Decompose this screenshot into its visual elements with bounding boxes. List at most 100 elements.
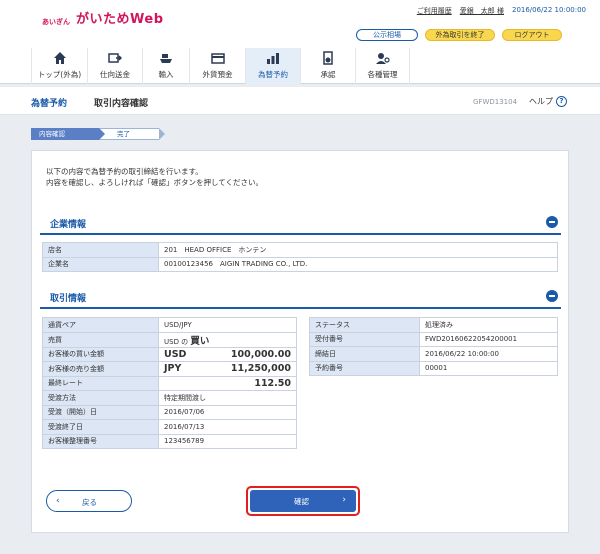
trade-value: 特定期間渡し [158, 390, 297, 406]
nav-label: 為替予約 [258, 70, 288, 79]
deposit-icon [210, 53, 225, 64]
approve-icon [323, 51, 333, 65]
side-value: 買い [190, 335, 210, 347]
company-table: 店名 201 HEAD OFFICE ホンテン 企業名 00100123456 … [42, 242, 558, 272]
notice-rate-button[interactable]: 公示相場 [356, 29, 418, 41]
trade-value: FWD20160622054200001 [419, 331, 558, 347]
table-row: 最終レート 112.50 [42, 375, 297, 391]
page-section: 為替予約 [31, 99, 68, 109]
collapse-icon[interactable] [546, 290, 558, 302]
confirm-label: 確認 [294, 497, 309, 506]
back-button[interactable]: ‹ 戻る [46, 490, 132, 512]
table-row: 受付番号 FWD20160622054200001 [309, 331, 558, 347]
table-row: ステータス 処理済み [309, 317, 558, 333]
nav-label: 仕向送金 [100, 70, 130, 79]
trade-value: 00001 [419, 360, 558, 376]
page-title-bar: 為替予約 取引内容確認 GFWD13104 ヘルプ ? [0, 87, 600, 115]
back-label: 戻る [82, 498, 97, 507]
trade-key: 最終レート [42, 375, 159, 391]
brand-sub: あいぎん [42, 18, 70, 26]
trade-section-title: 取引情報 [50, 294, 87, 304]
trade-key: 予約番号 [309, 360, 420, 376]
intro-line: 内容を確認し、よろしければ「確認」ボタンを押してください。 [46, 178, 264, 187]
trade-key: 締結日 [309, 346, 420, 362]
help-link[interactable]: ヘルプ ? [529, 96, 567, 107]
content-card: 以下の内容で為替予約の取引締結を行います。 内容を確認し、よろしければ「確認」ボ… [31, 150, 569, 533]
page-title: 取引内容確認 [94, 99, 149, 109]
nav-fx-deposit[interactable]: 外貨預金 [189, 48, 245, 84]
table-row: 予約番号 00001 [309, 360, 558, 376]
table-row: 企業名 00100123456 AIGIN TRADING CO., LTD. [42, 256, 558, 272]
trade-key: 売買 [42, 331, 159, 348]
trade-table-right: ステータス 処理済み 受付番号 FWD20160622054200001 締結日 20… [309, 317, 558, 376]
trade-key: お客様整理番号 [42, 433, 159, 449]
trade-key: 受渡（開始）日 [42, 404, 159, 420]
help-icon: ? [556, 96, 567, 107]
company-section-header: 企業情報 [40, 211, 561, 235]
table-row: 受渡方法 特定期間渡し [42, 390, 297, 406]
trade-value: 処理済み [419, 317, 558, 333]
table-row: 店名 201 HEAD OFFICE ホンテン [42, 242, 558, 258]
trade-key: 受渡方法 [42, 390, 159, 406]
trade-value: JPY 11,250,000 [158, 361, 297, 377]
table-row: 締結日 2016/06/22 10:00:00 [309, 346, 558, 362]
trade-value: USD 100,000.00 [158, 346, 297, 362]
app-header: あいぎん がいためWeb ご利用履歴 愛銀 太郎 様 2016/06/22 10… [0, 0, 600, 48]
confirm-button[interactable]: 確認 › [250, 490, 356, 512]
brand-main: がいためWeb [76, 12, 164, 27]
sell-currency: JPY [164, 363, 182, 375]
topline: ご利用履歴 愛銀 太郎 様 2016/06/22 10:00:00 [417, 6, 586, 16]
company-key: 企業名 [42, 256, 159, 272]
confirm-highlight: 確認 › [246, 486, 360, 516]
trade-key: お客様の売り金額 [42, 361, 159, 377]
nav-outward-remittance[interactable]: 仕向送金 [87, 48, 142, 84]
buy-currency: USD [164, 348, 187, 360]
main-nav: トップ(外為) 仕向送金 輸入 外貨預金 為替予約 承認 各種管理 [0, 48, 600, 84]
nav-fx-reservation[interactable]: 為替予約 [245, 48, 300, 84]
brand-logo[interactable]: あいぎん がいためWeb [42, 8, 164, 27]
trade-section-header: 取引情報 [40, 285, 561, 309]
table-row: 通貨ペア USD/JPY [42, 317, 297, 333]
table-row: 受渡（開始）日 2016/07/06 [42, 404, 297, 420]
trade-key: 通貨ペア [42, 317, 159, 333]
transfer-icon [108, 53, 122, 63]
side-prefix: USD の [164, 337, 189, 346]
login-timestamp: 2016/06/22 10:00:00 [511, 6, 586, 14]
trade-value: 2016/06/22 10:00:00 [419, 346, 558, 362]
trade-table-left: 通貨ペア USD/JPY 売買 USD の 買い お客様の買い金額 USD 100,00… [42, 317, 297, 449]
table-row: お客様の売り金額 JPY 11,250,000 [42, 361, 297, 377]
end-fx-button[interactable]: 外為取引を終了 [425, 29, 495, 41]
company-value: 00100123456 AIGIN TRADING CO., LTD. [158, 256, 558, 272]
table-row: 売買 USD の 買い [42, 331, 297, 348]
collapse-icon[interactable] [546, 216, 558, 228]
step-confirm: 内容確認 [31, 128, 105, 140]
manage-icon [375, 53, 390, 64]
chevron-right-icon: › [342, 495, 346, 505]
nav-import[interactable]: 輸入 [142, 48, 189, 84]
trade-value: 2016/07/06 [158, 404, 297, 420]
user-name[interactable]: 愛銀 太郎 様 [460, 6, 504, 16]
logout-button[interactable]: ログアウト [502, 29, 562, 41]
final-rate: 112.50 [158, 375, 297, 391]
nav-approval[interactable]: 承認 [300, 48, 355, 84]
company-value: 201 HEAD OFFICE ホンテン [158, 242, 558, 258]
trade-key: 受渡終了日 [42, 419, 159, 435]
trade-key: ステータス [309, 317, 420, 333]
nav-top[interactable]: トップ(外為) [31, 48, 87, 84]
nav-label: 各種管理 [367, 70, 398, 79]
table-row: お客様の買い金額 USD 100,000.00 [42, 346, 297, 362]
history-link[interactable]: ご利用履歴 [417, 6, 452, 16]
company-section-title: 企業情報 [50, 220, 87, 230]
help-label: ヘルプ [529, 97, 553, 106]
chart-icon [267, 53, 279, 64]
step-complete: 完了 [99, 128, 165, 140]
trade-value: USD の 買い [158, 331, 297, 348]
home-icon [53, 52, 66, 64]
buy-amount: 100,000.00 [230, 348, 291, 360]
table-row: 受渡終了日 2016/07/13 [42, 419, 297, 435]
nav-management[interactable]: 各種管理 [355, 48, 410, 84]
trade-value: 2016/07/13 [158, 419, 297, 435]
nav-label: 承認 [320, 70, 336, 79]
nav-label: トップ(外為) [37, 70, 82, 79]
trade-value: 123456789 [158, 433, 297, 449]
